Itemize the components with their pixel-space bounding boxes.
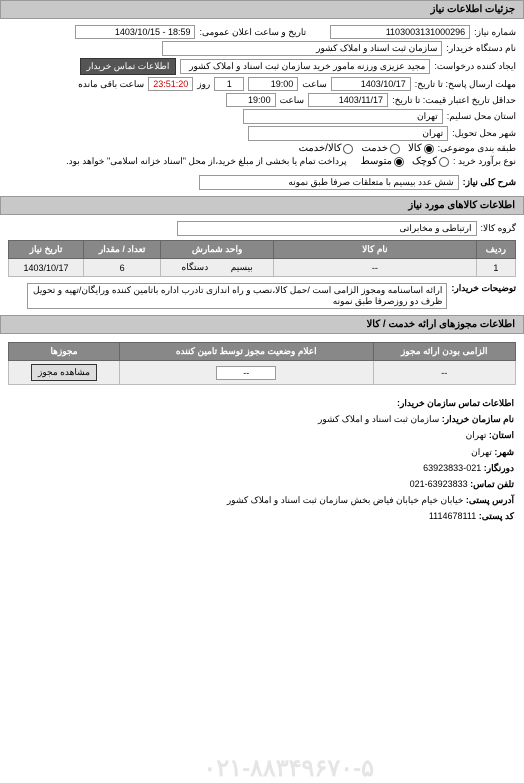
table-row: 1 -- بیسیم دستگاه 6 1403/10/17 <box>9 259 516 277</box>
radio-icon <box>424 144 434 154</box>
value-reply-time: 19:00 <box>248 77 298 91</box>
value-remaining-time: 23:51:20 <box>148 77 193 91</box>
goods-form: گروه کالا: ارتباطی و مخابراتی ردیف نام ک… <box>0 215 524 315</box>
value-contact-postal: 1114678111 <box>429 511 476 521</box>
label-time-1: ساعت <box>302 79 327 90</box>
section-details-header: جزئیات اطلاعات نیاز <box>0 0 524 19</box>
value-contact-tel: 63923833-021 <box>410 479 468 489</box>
watermark: ۰۲۱-۸۸۳۴۹۶۷۰-۵ <box>203 754 374 783</box>
cell-permit-required: -- <box>373 361 516 385</box>
permits-form: ۰۲۱-۸۸۳۴۹۶۷۰-۵ الزامی بودن ارائه مجوز اع… <box>0 334 524 389</box>
th-row: ردیف <box>476 241 515 259</box>
value-contact-city: تهران <box>471 447 492 457</box>
contact-section: اطلاعات تماس سازمان خریدار: نام سازمان خ… <box>0 389 524 531</box>
label-contact-org: نام سازمان خریدار: <box>442 414 514 424</box>
section-permits-header: اطلاعات مجوزهای ارائه خدمت / کالا <box>0 315 524 334</box>
th-permit-status: اعلام وضعیت مجوز توسط تامین کننده <box>120 343 374 361</box>
goods-table: ردیف نام کالا واحد شمارش تعداد / مقدار ت… <box>8 240 516 277</box>
section-goods-header: اطلاعات کالاهای مورد نیاز <box>0 196 524 215</box>
cell-permit-action: مشاهده مجوز <box>9 361 120 385</box>
value-contact-fax: 021-63923833 <box>423 463 481 473</box>
label-contact-postal: کد پستی: <box>479 511 514 521</box>
label-day: روز <box>197 79 210 90</box>
value-contact-province: تهران <box>466 430 487 440</box>
radio-label-both: کالا/خدمت <box>299 143 342 154</box>
value-goods-group: ارتباطی و مخابراتی <box>177 221 477 236</box>
cell-unit: بیسیم دستگاه <box>161 259 274 277</box>
radio-label-small: کوچک <box>412 156 437 167</box>
details-form: شماره نیاز: 1103003131000296 تاریخ و ساع… <box>0 19 524 196</box>
value-buyer-notes: ارائه اساسنامه ومجوز الزامی است /حمل کال… <box>27 283 447 309</box>
radio-both[interactable]: کالا/خدمت <box>299 143 354 154</box>
cell-row: 1 <box>476 259 515 277</box>
value-validity-date: 1403/11/17 <box>308 93 388 107</box>
radio-label-service: خدمت <box>361 143 388 154</box>
radio-label-goods: کالا <box>408 143 422 154</box>
value-announce-date: 18:59 - 1403/10/15 <box>75 25 195 39</box>
th-name: نام کالا <box>274 241 477 259</box>
value-reply-date: 1403/10/17 <box>331 77 411 91</box>
label-need-no: شماره نیاز: <box>474 27 516 38</box>
cell-permit-status: -- <box>120 361 374 385</box>
value-delivery-city: تهران <box>248 126 448 141</box>
th-unit: واحد شمارش <box>161 241 274 259</box>
th-qty: تعداد / مقدار <box>84 241 161 259</box>
radio-service[interactable]: خدمت <box>361 143 400 154</box>
value-validity-time: 19:00 <box>226 93 276 107</box>
cell-name: -- <box>274 259 477 277</box>
value-need-no: 1103003131000296 <box>330 25 470 39</box>
label-announce-date: تاریخ و ساعت اعلان عمومی: <box>199 27 306 38</box>
label-contact-fax: دورنگار: <box>484 463 514 473</box>
value-location: تهران <box>243 109 443 124</box>
label-subject-class: طبقه بندی موضوعی: <box>438 143 516 154</box>
radio-icon <box>390 144 400 154</box>
label-contact-province: استان: <box>489 430 514 440</box>
payment-note: پرداخت تمام یا بخشی از مبلغ خرید،از محل … <box>66 156 346 167</box>
value-requester: مجید عزیزی ورزنه مامور خرید سازمان ثبت ا… <box>180 59 430 74</box>
radio-medium[interactable]: متوسط <box>361 156 404 167</box>
label-reply-deadline: مهلت ارسال پاسخ: تا تاریخ: <box>415 79 516 90</box>
subject-class-radios: کالا خدمت کالا/خدمت <box>299 143 434 154</box>
label-payment-type: نوع برآورد خرید : <box>453 156 516 167</box>
payment-radios: کوچک متوسط <box>361 156 449 167</box>
cell-date: 1403/10/17 <box>9 259 84 277</box>
radio-icon <box>343 144 353 154</box>
label-time-2: ساعت <box>280 95 305 106</box>
value-contact-address: خیابان خیام خیابان فیاض بخش سازمان ثبت ا… <box>227 495 464 505</box>
label-contact-city: شهر: <box>494 447 514 457</box>
permit-row: -- -- مشاهده مجوز <box>9 361 516 385</box>
cell-unit-label: بیسیم <box>231 262 253 272</box>
radio-label-medium: متوسط <box>361 156 392 167</box>
label-delivery-city: شهر محل تحویل: <box>452 128 516 139</box>
cell-qty: 6 <box>84 259 161 277</box>
contact-header: اطلاعات تماس سازمان خریدار: <box>10 395 514 411</box>
label-remaining: ساعت باقی مانده <box>78 79 144 90</box>
label-requester: ایجاد کننده درخواست: <box>434 61 516 72</box>
value-remaining-days: 1 <box>214 77 244 91</box>
label-buyer-notes: توضیحات خریدار: <box>451 283 516 294</box>
th-permit-required: الزامی بودن ارائه مجوز <box>373 343 516 361</box>
radio-icon <box>394 157 404 167</box>
label-contact-tel: تلفن تماس: <box>470 479 514 489</box>
label-goods-group: گروه کالا: <box>481 223 516 234</box>
label-need-desc: شرح کلی نیاز: <box>463 177 516 188</box>
radio-small[interactable]: کوچک <box>412 156 449 167</box>
label-validity: حداقل تاریخ اعتبار قیمت: تا تاریخ: <box>392 95 516 106</box>
label-buyer-org: نام دستگاه خریدار: <box>446 43 516 54</box>
th-permits: مجوزها <box>9 343 120 361</box>
radio-goods[interactable]: کالا <box>408 143 434 154</box>
permits-table: الزامی بودن ارائه مجوز اعلام وضعیت مجوز … <box>8 342 516 385</box>
view-permit-button[interactable]: مشاهده مجوز <box>31 364 97 381</box>
label-location: استان محل تسلیم: <box>447 111 516 122</box>
value-contact-org: سازمان ثبت اسناد و املاک کشور <box>318 414 439 424</box>
permit-status-select[interactable]: -- <box>216 366 276 380</box>
radio-icon <box>439 157 449 167</box>
th-date: تاریخ نیاز <box>9 241 84 259</box>
buyer-contact-button[interactable]: اطلاعات تماس خریدار <box>80 58 177 75</box>
cell-unit-sub: دستگاه <box>182 262 209 272</box>
label-contact-address: آدرس پستی: <box>466 495 514 505</box>
value-buyer-org: سازمان ثبت اسناد و املاک کشور <box>162 41 442 56</box>
value-need-desc: شش عدد بیسیم با متعلقات صرفا طبق نمونه <box>199 175 459 190</box>
